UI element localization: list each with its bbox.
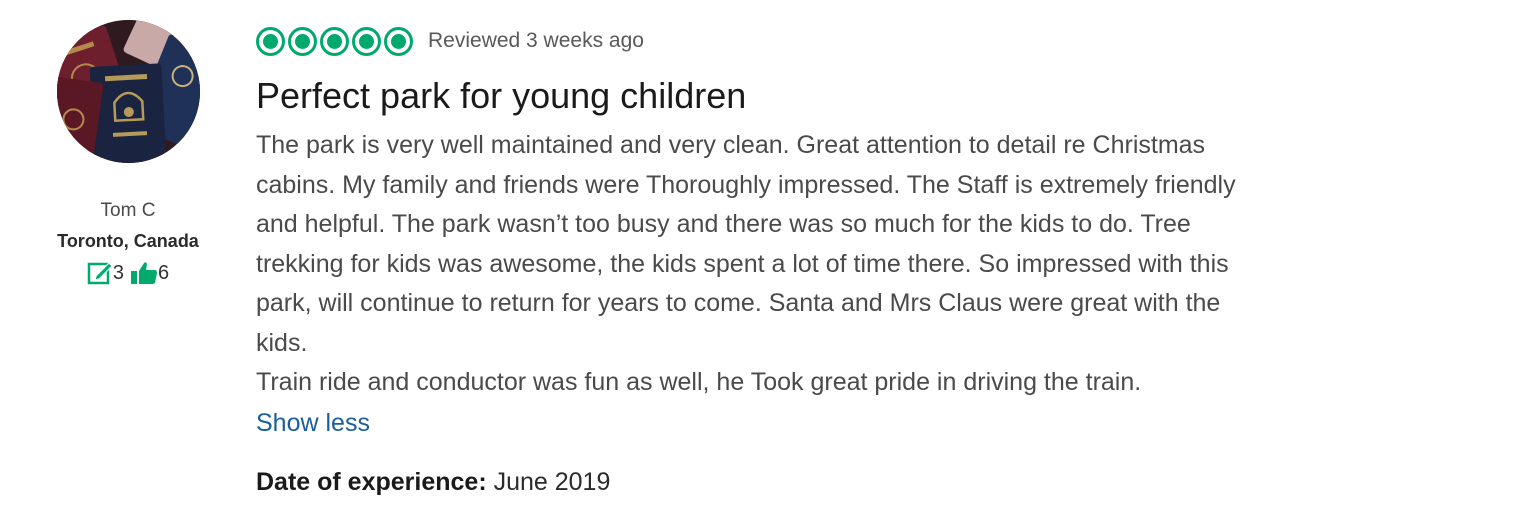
review-body: The park is very well maintained and ver…: [256, 126, 1406, 403]
rating-row: Reviewed 3 weeks ago: [256, 22, 1406, 60]
review-count-stat: 3: [87, 260, 124, 286]
experience-value: June 2019: [493, 467, 611, 496]
reviewer-stats: 3 6: [40, 260, 216, 286]
bubble-rating: [256, 26, 413, 56]
experience-label: Date of experience:: [256, 467, 487, 496]
rating-bubble-icon: [256, 26, 285, 56]
reviewer-info: Tom C Toronto, Canada 3 6: [40, 20, 216, 286]
review-date: Reviewed 3 weeks ago: [428, 29, 644, 52]
rating-bubble-icon: [352, 26, 381, 56]
review-text-line: The park is very well maintained and ver…: [256, 131, 1206, 159]
avatar[interactable]: [57, 20, 200, 163]
helpful-votes-count: 6: [158, 262, 170, 284]
reviewer-name[interactable]: Tom C: [40, 199, 216, 223]
review-text-line: park, will continue to return for years …: [256, 289, 1221, 317]
review-card: Tom C Toronto, Canada 3 6 Reviewed 3 wee…: [0, 0, 1520, 518]
show-less-link[interactable]: Show less: [256, 404, 370, 442]
review-count: 3: [112, 262, 124, 284]
rating-bubble-icon: [384, 26, 413, 56]
edit-review-icon: [87, 260, 113, 286]
review-content: Reviewed 3 weeks ago Perfect park for yo…: [256, 22, 1406, 498]
review-text-line: and helpful. The park wasn’t too busy an…: [256, 210, 1191, 238]
rating-bubble-icon: [288, 26, 317, 56]
review-title[interactable]: Perfect park for young children: [256, 74, 1406, 118]
date-of-experience: Date of experience: June 2019: [256, 466, 1406, 498]
reviewer-location: Toronto, Canada: [57, 231, 199, 251]
rating-bubble-icon: [320, 26, 349, 56]
passports-photo-icon: [57, 20, 200, 163]
thumbs-up-icon: [130, 260, 158, 286]
review-text-line: Train ride and conductor was fun as well…: [256, 368, 1142, 396]
helpful-votes-stat: 6: [130, 260, 169, 286]
review-text-line: cabins. My family and friends were Thoro…: [256, 170, 1236, 199]
review-text-line: trekking for kids was awesome, the kids …: [256, 249, 1229, 278]
review-text-line: kids.: [256, 328, 308, 357]
